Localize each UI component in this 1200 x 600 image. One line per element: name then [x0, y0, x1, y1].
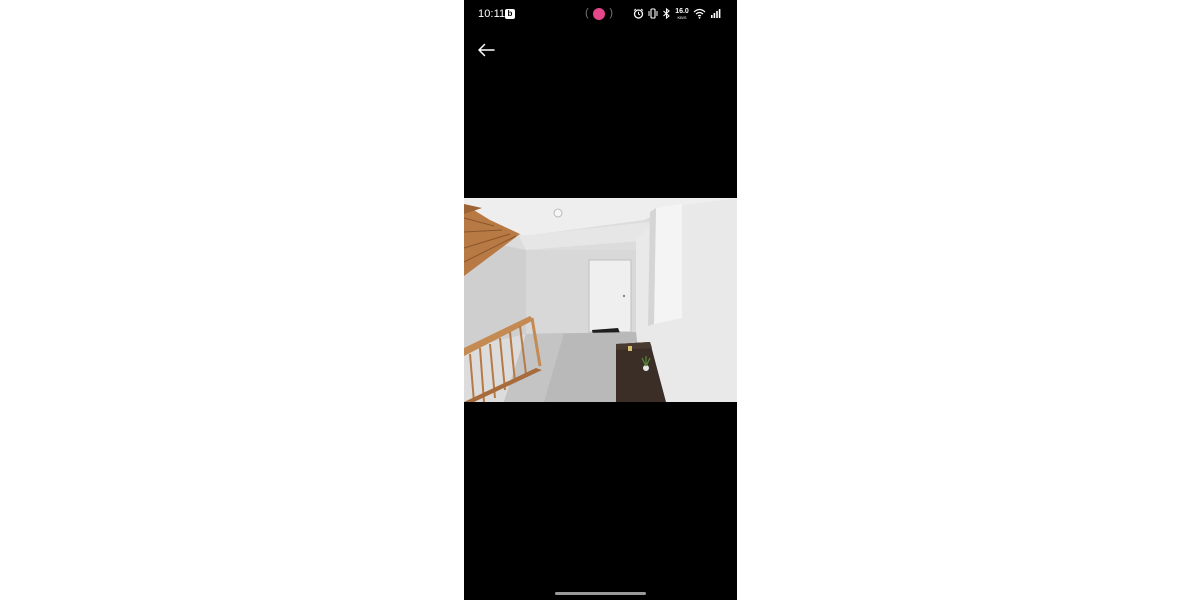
- status-icons: 16.0 KB/S: [633, 6, 721, 24]
- gesture-nav-bar[interactable]: [555, 592, 646, 595]
- vibrate-icon: [648, 6, 658, 24]
- phone-screen: 10:11 b ( ) 16.0 KB/S: [464, 0, 737, 600]
- wifi-icon: [693, 6, 706, 24]
- privacy-indicator-bracket-left: (: [585, 7, 589, 19]
- privacy-indicator-dot: [593, 8, 605, 20]
- signal-icon: [710, 6, 721, 24]
- status-time: 10:11: [478, 8, 506, 20]
- back-button[interactable]: [474, 38, 498, 62]
- alarm-icon: [633, 6, 644, 24]
- network-speed-unit: KB/S: [677, 15, 687, 20]
- bluetooth-icon: [662, 6, 671, 24]
- privacy-indicator-bracket-right: ): [609, 7, 613, 19]
- privacy-indicator: ( ): [585, 7, 613, 21]
- network-speed: 16.0 KB/S: [675, 8, 689, 21]
- interior-photo[interactable]: [464, 198, 737, 402]
- notification-app-icon: b: [505, 9, 515, 19]
- page-canvas: 10:11 b ( ) 16.0 KB/S: [0, 0, 1200, 600]
- arrow-left-icon: [478, 43, 495, 57]
- status-bar: 10:11 b ( ) 16.0 KB/S: [464, 0, 737, 30]
